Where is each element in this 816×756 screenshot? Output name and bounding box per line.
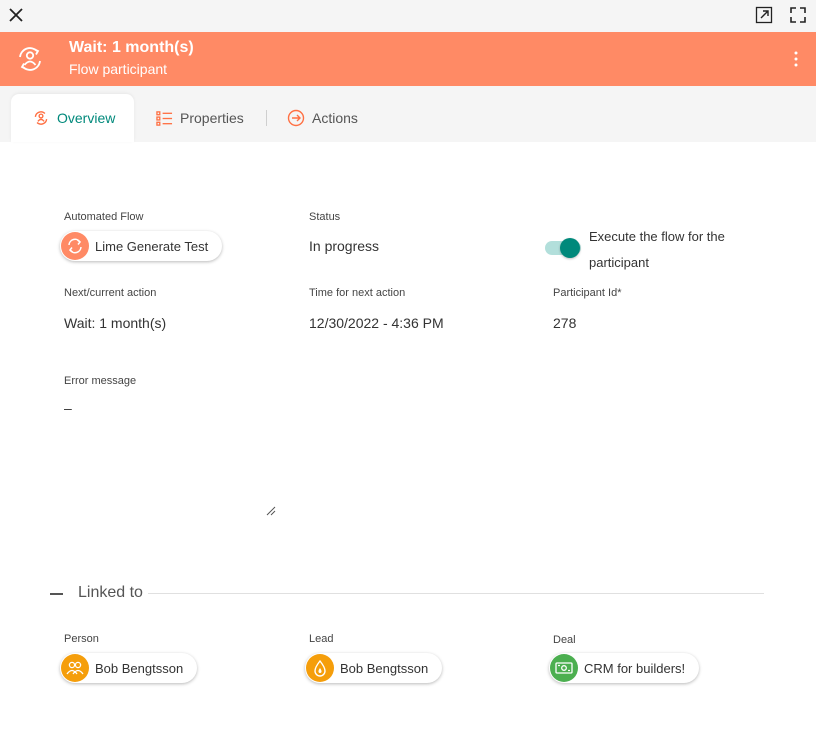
close-icon[interactable] bbox=[6, 5, 26, 25]
error-message-value: – bbox=[64, 400, 72, 416]
execute-toggle[interactable] bbox=[545, 236, 583, 260]
time-next-action-value: 12/30/2022 - 4:36 PM bbox=[309, 315, 444, 331]
more-options-icon[interactable] bbox=[786, 49, 806, 69]
record-title: Wait: 1 month(s) bbox=[69, 39, 194, 56]
section-divider bbox=[148, 593, 764, 594]
resize-handle-icon[interactable] bbox=[266, 506, 276, 516]
tab-properties[interactable]: Properties bbox=[156, 94, 244, 142]
status-label: Status bbox=[309, 211, 341, 223]
automated-flow-label: Automated Flow bbox=[64, 211, 144, 223]
lead-label: Lead bbox=[309, 633, 334, 645]
participant-id-label: Participant Id* bbox=[553, 287, 622, 299]
linked-to-heading: Linked to bbox=[78, 584, 143, 601]
arrow-circle-icon bbox=[287, 109, 305, 127]
lead-icon bbox=[306, 654, 334, 682]
flow-icon bbox=[61, 232, 89, 260]
flow-participant-icon bbox=[34, 111, 48, 125]
next-action-value: Wait: 1 month(s) bbox=[64, 315, 167, 331]
error-message-label: Error message bbox=[64, 375, 137, 387]
next-action-label: Next/current action bbox=[64, 287, 157, 299]
deal-chip[interactable]: CRM for builders! bbox=[549, 653, 700, 683]
record-subtitle: Flow participant bbox=[69, 61, 168, 77]
list-icon bbox=[156, 110, 173, 126]
toggle-knob bbox=[560, 238, 580, 258]
tab-divider bbox=[266, 110, 267, 126]
person-value: Bob Bengtsson bbox=[95, 660, 184, 676]
person-icon bbox=[61, 654, 89, 682]
flow-participant-icon bbox=[19, 47, 41, 71]
automated-flow-chip[interactable]: Lime Generate Test bbox=[60, 231, 223, 261]
execute-toggle-label: Execute the flow for the participant bbox=[589, 229, 725, 270]
time-next-action-label: Time for next action bbox=[309, 287, 406, 299]
participant-id-value: 278 bbox=[553, 315, 577, 331]
deal-label: Deal bbox=[553, 634, 576, 646]
collapse-icon[interactable] bbox=[50, 593, 63, 595]
window-toolbar bbox=[0, 0, 816, 32]
lead-value: Bob Bengtsson bbox=[340, 660, 429, 676]
deal-value: CRM for builders! bbox=[584, 660, 686, 676]
deal-icon bbox=[550, 654, 578, 682]
status-value: In progress bbox=[309, 238, 380, 254]
tab-properties-label: Properties bbox=[180, 110, 244, 126]
tab-overview[interactable]: Overview bbox=[11, 94, 134, 142]
automated-flow-value: Lime Generate Test bbox=[95, 238, 209, 254]
tab-bar: Overview Properties Actions bbox=[0, 86, 816, 142]
tab-actions[interactable]: Actions bbox=[287, 94, 358, 142]
open-in-new-icon[interactable] bbox=[754, 5, 774, 25]
person-label: Person bbox=[64, 633, 99, 645]
tab-overview-label: Overview bbox=[57, 110, 116, 126]
tab-actions-label: Actions bbox=[312, 110, 358, 126]
fullscreen-icon[interactable] bbox=[788, 5, 808, 25]
record-header: Wait: 1 month(s) Flow participant bbox=[0, 32, 816, 86]
lead-chip[interactable]: Bob Bengtsson bbox=[305, 653, 443, 683]
person-chip[interactable]: Bob Bengtsson bbox=[60, 653, 198, 683]
